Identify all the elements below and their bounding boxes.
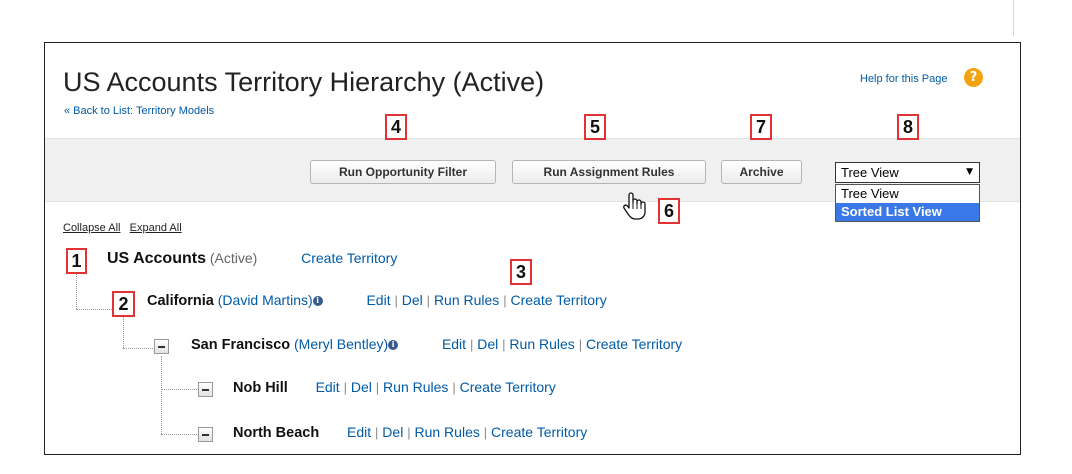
archive-button[interactable]: Archive xyxy=(721,160,802,184)
del-link[interactable]: Del xyxy=(382,424,403,440)
separator: | xyxy=(503,293,507,308)
edit-link[interactable]: Edit xyxy=(366,292,390,308)
run-rules-link[interactable]: Run Rules xyxy=(434,292,499,308)
edit-link[interactable]: Edit xyxy=(442,336,466,352)
separator: | xyxy=(394,293,398,308)
view-select[interactable]: Tree View ▼ xyxy=(835,162,980,183)
tree-connector xyxy=(161,356,162,434)
separator: | xyxy=(452,380,456,395)
corner-divider xyxy=(1013,0,1014,36)
help-icon[interactable]: ? xyxy=(964,68,983,87)
separator: | xyxy=(502,337,506,352)
option-tree-view[interactable]: Tree View xyxy=(836,185,979,203)
run-rules-link[interactable]: Run Rules xyxy=(509,336,574,352)
run-opportunity-filter-button[interactable]: Run Opportunity Filter xyxy=(310,160,496,184)
run-rules-link[interactable]: Run Rules xyxy=(414,424,479,440)
callout-1: 1 xyxy=(66,248,87,274)
callout-6: 6 xyxy=(658,198,680,224)
separator: | xyxy=(578,337,583,352)
collapse-all-link[interactable]: Collapse All xyxy=(63,222,120,234)
callout-8: 8 xyxy=(897,114,919,140)
view-dropdown-list: Tree View Sorted List View xyxy=(835,184,980,222)
territory-hierarchy-panel: US Accounts Territory Hierarchy (Active)… xyxy=(44,42,1021,455)
tree-row-california: California (David Martins) i Edit | Del |… xyxy=(147,292,607,309)
tree-connector xyxy=(76,274,77,309)
collapse-icon[interactable] xyxy=(154,339,169,354)
separator: | xyxy=(343,380,347,395)
territory-name: North Beach xyxy=(233,425,320,441)
tree-row-nob-hill: Nob Hill Edit | Del | Run Rules | Create… xyxy=(233,379,556,396)
run-rules-link[interactable]: Run Rules xyxy=(383,379,448,395)
tree-connector xyxy=(123,348,153,349)
separator: | xyxy=(375,425,379,440)
create-territory-link[interactable]: Create Territory xyxy=(491,424,587,440)
separator: | xyxy=(375,380,380,395)
del-link[interactable]: Del xyxy=(351,379,372,395)
expand-all-link[interactable]: Expand All xyxy=(130,222,182,234)
back-to-list-link[interactable]: « Back to List: Territory Models xyxy=(64,105,214,117)
tree-row-north-beach: North Beach Edit | Del | Run Rules | Cre… xyxy=(233,424,587,441)
tree-connector xyxy=(123,317,124,348)
territory-name: San Francisco xyxy=(191,337,291,353)
collapse-icon[interactable] xyxy=(198,382,213,397)
create-territory-link[interactable]: Create Territory xyxy=(460,379,556,395)
callout-4: 4 xyxy=(385,114,407,140)
territory-status: (Active) xyxy=(209,250,258,266)
help-link[interactable]: Help for this Page xyxy=(860,73,947,85)
tree-row-us-accounts: US Accounts (Active) Create Territory xyxy=(107,250,397,268)
del-link[interactable]: Del xyxy=(477,336,498,352)
territory-owner-link[interactable]: (Meryl Bentley) xyxy=(294,336,388,352)
info-icon[interactable]: i xyxy=(388,340,399,350)
tree-controls: Collapse All Expand All xyxy=(63,222,182,234)
dropdown-arrow-icon: ▼ xyxy=(966,167,973,177)
territory-name: Nob Hill xyxy=(233,380,288,396)
callout-5: 5 xyxy=(584,114,606,140)
separator: | xyxy=(407,425,411,440)
separator: | xyxy=(469,337,474,352)
view-select-value: Tree View xyxy=(841,165,899,180)
edit-link[interactable]: Edit xyxy=(347,424,371,440)
tree-row-san-francisco: San Francisco (Meryl Bentley) i Edit | De… xyxy=(191,336,682,353)
edit-link[interactable]: Edit xyxy=(316,379,340,395)
territory-owner-link[interactable]: (David Martins) xyxy=(218,292,313,308)
callout-3: 3 xyxy=(510,259,532,285)
separator: | xyxy=(426,293,431,308)
hand-cursor-icon xyxy=(623,192,646,220)
create-territory-link[interactable]: Create Territory xyxy=(510,292,606,308)
callout-2: 2 xyxy=(112,291,135,317)
create-territory-link[interactable]: Create Territory xyxy=(586,336,682,352)
callout-7: 7 xyxy=(750,114,772,140)
create-territory-link[interactable]: Create Territory xyxy=(301,250,397,266)
tree-connector xyxy=(76,309,112,310)
run-assignment-rules-button[interactable]: Run Assignment Rules xyxy=(512,160,706,184)
separator: | xyxy=(483,425,488,440)
tree-connector xyxy=(161,434,197,435)
option-sorted-list-view[interactable]: Sorted List View xyxy=(836,203,979,221)
tree-connector xyxy=(161,389,197,390)
collapse-icon[interactable] xyxy=(198,427,213,442)
del-link[interactable]: Del xyxy=(402,292,423,308)
territory-name: California xyxy=(147,293,214,309)
info-icon[interactable]: i xyxy=(312,296,323,306)
page-title: US Accounts Territory Hierarchy (Active) xyxy=(63,67,545,97)
territory-name: US Accounts xyxy=(107,250,206,267)
